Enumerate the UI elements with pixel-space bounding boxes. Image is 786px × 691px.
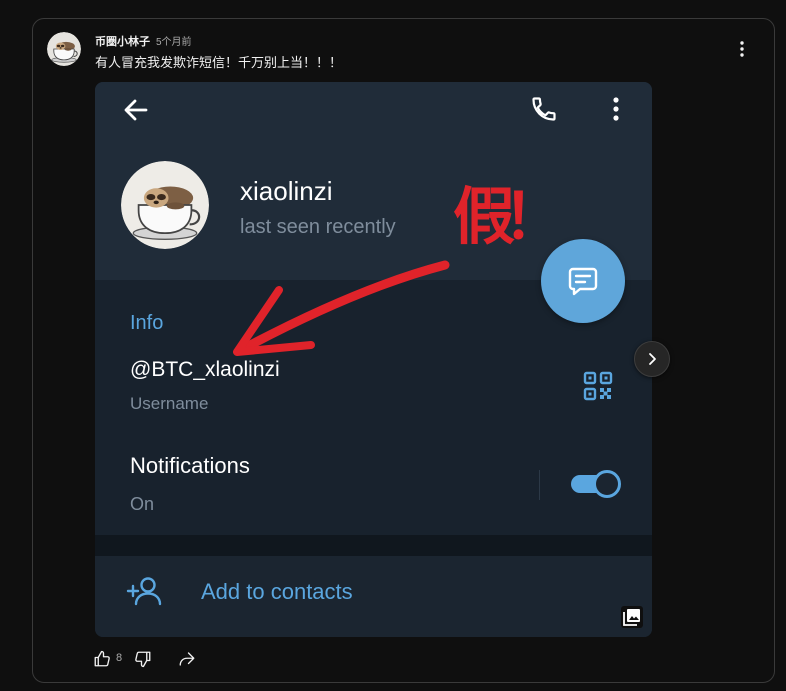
tg-last-seen: last seen recently	[240, 216, 396, 238]
gallery-icon	[621, 606, 643, 628]
sloth-avatar-image	[121, 161, 209, 249]
chevron-right-icon	[649, 353, 656, 365]
tg-notifications-status: On	[130, 494, 155, 514]
back-arrow-icon	[124, 99, 148, 121]
tg-add-contact-icon-wrap	[126, 574, 164, 608]
tg-notifications-label: Notifications	[130, 453, 250, 478]
tg-notifications-toggle	[569, 470, 621, 498]
post-header: 币圈小林子 5个月前	[95, 33, 192, 49]
multi-image-indicator	[621, 606, 643, 628]
qr-code-icon	[583, 371, 613, 401]
more-vert-icon	[740, 41, 744, 57]
tg-vertical-divider	[539, 470, 540, 500]
add-contact-icon	[126, 577, 162, 606]
thumb-up-icon	[94, 650, 110, 667]
next-image-button[interactable]	[634, 341, 670, 377]
sloth-avatar-image	[47, 32, 81, 66]
tg-info-heading: Info	[130, 312, 164, 334]
tg-qr-button	[583, 371, 613, 401]
tg-menu-button	[607, 95, 625, 123]
more-vert-icon	[613, 97, 619, 121]
dislike-button[interactable]	[134, 650, 152, 668]
tg-add-contact-row	[95, 556, 652, 637]
tg-add-contact-label: Add to contacts	[201, 579, 353, 604]
fake-warning-annotation: 假！	[453, 180, 565, 253]
thumb-down-icon	[135, 651, 151, 668]
tg-section-separator	[95, 535, 652, 556]
tg-username: @BTC_xlaolinzi	[130, 358, 280, 381]
like-button[interactable]	[93, 650, 111, 668]
message-icon	[568, 267, 598, 296]
share-icon	[179, 652, 195, 666]
tg-back-button	[122, 96, 150, 124]
channel-avatar[interactable]	[47, 32, 81, 66]
tg-call-button	[530, 95, 558, 123]
share-button[interactable]	[178, 650, 196, 668]
tg-username-caption: Username	[130, 394, 209, 413]
post-text: 有人冒充我发欺诈短信！千万别上当！！！	[95, 55, 343, 70]
tg-contact-name: xiaolinzi	[240, 176, 333, 206]
tg-message-fab	[541, 239, 625, 323]
post-menu-button[interactable]	[734, 40, 750, 58]
phone-icon	[532, 97, 556, 121]
channel-name[interactable]: 币圈小林子	[95, 36, 150, 48]
tg-profile-avatar	[121, 161, 209, 249]
post-image[interactable]: xiaolinzi last seen recently Info @BTC_x…	[95, 82, 652, 637]
post-time[interactable]: 5个月前	[156, 37, 192, 48]
like-count: 8	[116, 652, 123, 664]
toggle-knob	[593, 470, 621, 498]
